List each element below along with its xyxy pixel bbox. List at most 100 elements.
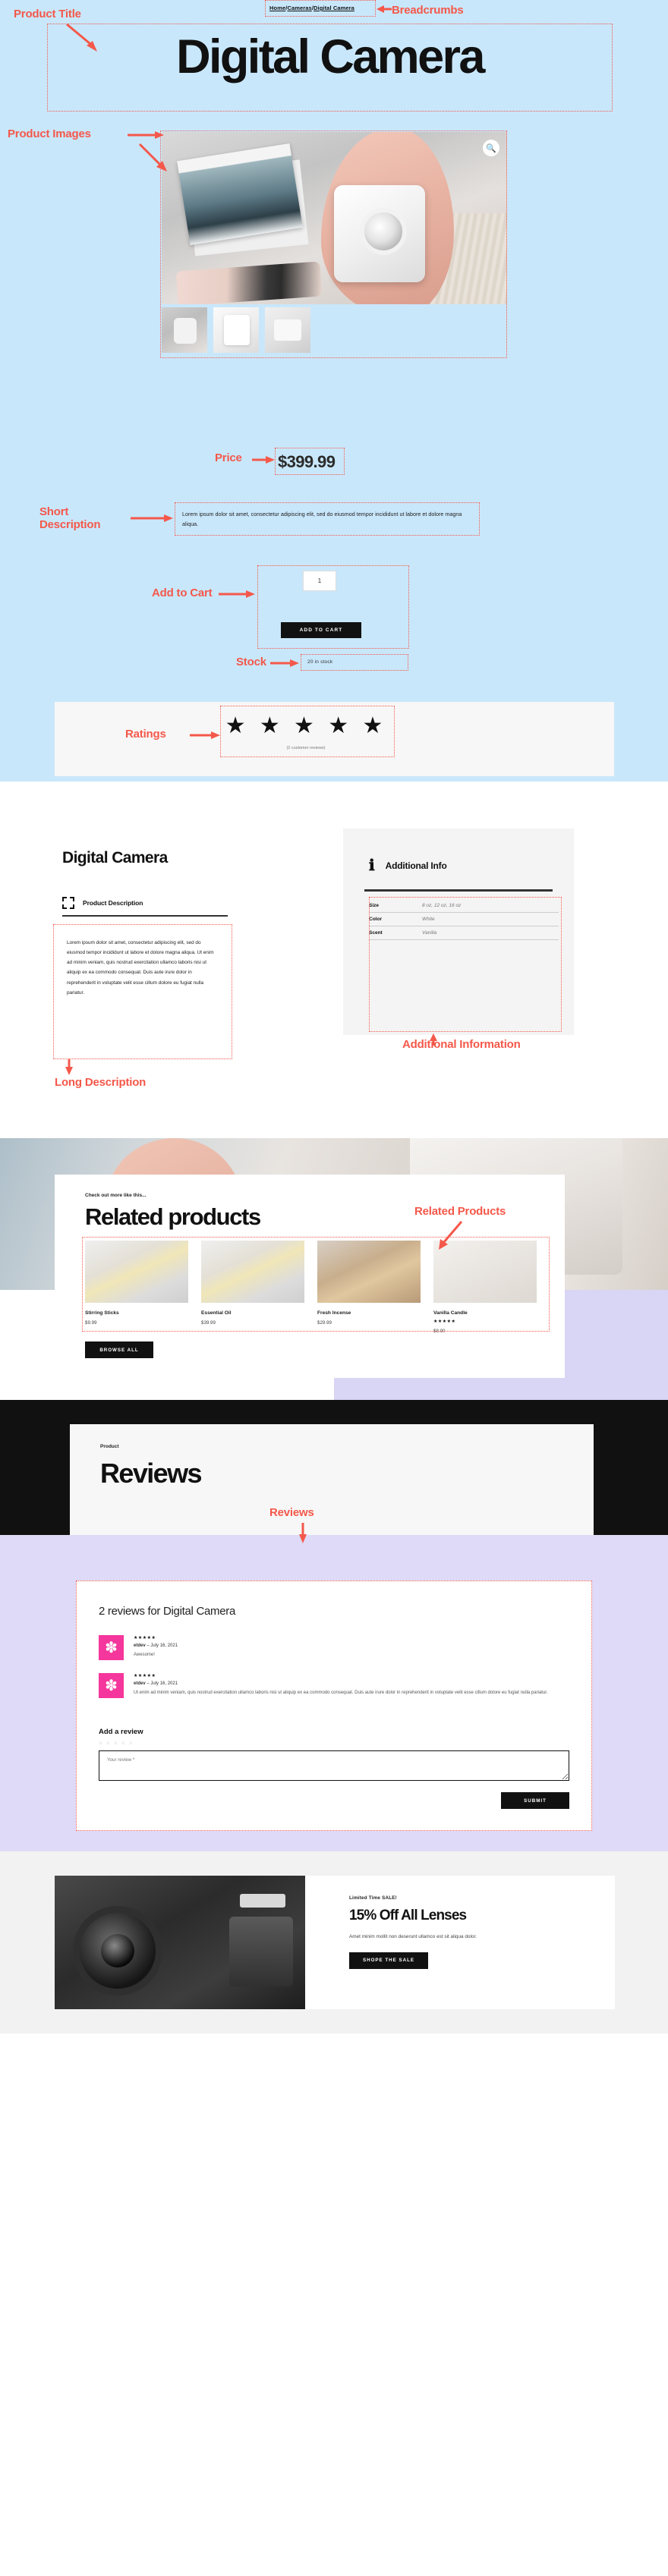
review-text: Ut enim ad minim veniam, quis nostrud ex… [134,1691,548,1695]
annotation-stock: Stock [236,656,266,668]
product-price: $399.99 [278,452,336,471]
review-text: Awesome! [134,1653,155,1657]
product-thumbnail[interactable] [317,1241,421,1303]
short-description: Lorem ipsum dolor sit amet, consectetur … [182,511,462,528]
description-subtitle-row: Product Description [62,897,143,909]
annotation-arrow-title [66,23,97,52]
annotation-arrow-add-to-cart [219,590,255,598]
thumbnail-3[interactable] [265,307,310,353]
annotation-product-images: Product Images [8,127,91,140]
camera-lens [73,1906,162,1996]
annotation-arrow-stock [270,659,299,667]
product-price: $8.00 [433,1329,446,1334]
related-products-section: Check out more like this... Related prod… [0,1138,668,1400]
promo-section: Limited Time SALE! 15% Off All Lenses Am… [0,1851,668,2033]
product-thumbnail[interactable] [85,1241,188,1303]
annotation-add-to-cart: Add to Cart [152,587,213,599]
review-stars: ★★★★★ [134,1636,156,1640]
annotation-related-products: Related Products [414,1205,506,1218]
list-item[interactable]: Vanilla Candle ★★★★★ $8.00 [433,1241,537,1334]
product-name[interactable]: Essential Oil [201,1310,304,1316]
camera-flash [240,1894,285,1908]
annotation-arrow-ratings [190,731,220,739]
attribute-key: Size [369,903,380,908]
thumbnail-1[interactable] [162,307,207,353]
product-main-image[interactable]: 🔍 [162,132,507,304]
rating-caption[interactable]: (2 customer reviews) [222,746,390,750]
product-name[interactable]: Fresh Incense [317,1310,421,1316]
search-icon[interactable]: 🔍 [483,140,499,156]
rating-input-stars[interactable]: ☆ ☆ ☆ ☆ ☆ [99,1741,134,1746]
list-item[interactable]: Fresh Incense $29.99 [317,1241,421,1334]
review-input[interactable] [99,1750,569,1781]
list-item[interactable]: Essential Oil $39.99 [201,1241,304,1334]
annotation-arrow-images-1 [128,131,164,139]
annotation-arrow-reviews [299,1523,307,1543]
annotation-arrow-breadcrumbs [377,5,392,13]
page-title: Digital Camera [176,30,485,83]
shop-the-sale-button[interactable]: SHOPE THE SALE [349,1952,428,1969]
description-title: Digital Camera [62,849,168,867]
product-name[interactable]: Vanilla Candle [433,1310,537,1316]
divider [364,889,553,892]
annotation-additional-information: Additional Information [402,1038,521,1051]
review-author: etdev [134,1681,146,1686]
submit-button[interactable]: SUBMIT [501,1792,569,1809]
tube-object [175,261,323,304]
breadcrumb-category[interactable]: Cameras [287,5,311,11]
thumbnail-strip [162,307,507,353]
rating-stars: ★ ★ ★ ★ ★ [225,713,387,738]
annotation-long-description: Long Description [55,1076,147,1089]
review-author: etdev [134,1643,146,1648]
list-item[interactable]: Stirring Sticks $9.99 [85,1241,188,1334]
reviews-title: Reviews [100,1458,202,1489]
reviews-eyebrow: Product [100,1444,119,1449]
table-row: Scent Vanilla [369,926,559,940]
annotation-product-title: Product Title [14,8,81,20]
annotation-reviews: Reviews [269,1506,314,1519]
description-subtitle: Product Description [83,899,143,907]
product-price: $39.99 [201,1320,216,1326]
review-meta: etdev – July 16, 2021 [134,1681,570,1686]
add-to-cart-button[interactable]: ADD TO CART [281,622,361,638]
hero-section: Home/Cameras/Digital Camera Digital Came… [0,0,668,782]
related-eyebrow: Check out more like this... [85,1193,147,1198]
attribute-key: Color [369,917,382,922]
avatar [99,1635,124,1660]
product-rating-stars: ★★★★★ [433,1319,456,1324]
related-products-grid: Stirring Sticks $9.99 Essential Oil $39.… [85,1241,547,1334]
stock-status: 20 in stock [307,659,333,665]
breadcrumb-home[interactable]: Home [269,5,285,11]
related-title: Related products [85,1203,261,1230]
additional-info-title: Additional Info [385,860,447,871]
review-item: ★★★★★ etdev – July 16, 2021 Ut enim ad m… [99,1673,570,1698]
review-separator: – [147,1681,150,1686]
reviews-heading: 2 reviews for Digital Camera [99,1605,235,1618]
thumbnail-2[interactable] [213,307,259,353]
product-name[interactable]: Stirring Sticks [85,1310,188,1316]
product-price: $29.99 [317,1320,332,1326]
review-date: July 16, 2021 [150,1681,178,1686]
quantity-stepper[interactable]: 1 [303,571,336,591]
annotation-arrow-long-description [65,1059,73,1075]
annotation-arrow-additional-info [430,1033,437,1046]
camera-lens [360,208,407,255]
table-row: Size 8 oz, 12 oz, 16 oz [369,899,559,913]
attribute-value: Vanilla [422,930,437,936]
annotation-arrow-related-products [439,1221,463,1250]
review-stars: ★★★★★ [134,1674,156,1678]
browse-all-button[interactable]: BROWSE ALL [85,1341,153,1358]
attribute-value: White [422,917,435,922]
additional-info-table: Size 8 oz, 12 oz, 16 oz Color White Scen… [369,899,559,940]
frame-icon [62,897,74,909]
camera-side-panel [229,1917,293,1986]
product-page: Home/Cameras/Digital Camera Digital Came… [0,0,668,2033]
promo-eyebrow: Limited Time SALE! [349,1895,397,1901]
attribute-value: 8 oz, 12 oz, 16 oz [422,903,462,908]
annotation-arrow-short-desc [131,514,173,522]
attribute-key: Scent [369,930,383,936]
table-row: Color White [369,913,559,926]
breadcrumb-current: Digital Camera [314,5,354,11]
annotation-arrow-images-2 [138,143,167,171]
product-thumbnail[interactable] [201,1241,304,1303]
